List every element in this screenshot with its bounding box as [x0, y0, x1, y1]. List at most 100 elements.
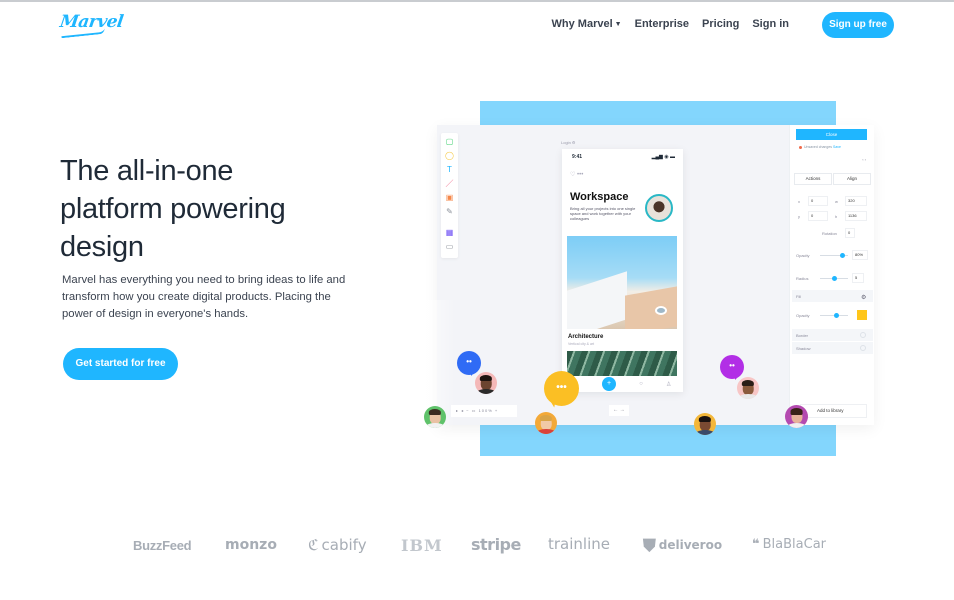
- avatar-collaborator-6: [785, 405, 808, 428]
- avatar-collaborator-1: [475, 372, 497, 394]
- workspace-avatar: [645, 194, 673, 222]
- nav-pricing[interactable]: Pricing: [702, 18, 739, 30]
- avatar-shoulders: [696, 430, 714, 435]
- profile-tab-icon: ♙: [666, 381, 672, 388]
- radius-slider: [820, 276, 848, 281]
- line-icon: ／: [445, 179, 454, 188]
- fill-label: Fill: [796, 294, 802, 299]
- actions-tab: Actions: [794, 173, 832, 185]
- align-tab: Align: [833, 173, 871, 185]
- frame-label: Login ⚙: [561, 140, 576, 145]
- opacity-slider: [820, 253, 848, 258]
- avatar-shoulders: [477, 389, 495, 394]
- chevron-down-icon: ▼: [614, 21, 622, 28]
- radius-field: 5: [852, 273, 864, 283]
- explore-tab-icon: ○: [639, 381, 643, 387]
- browser-top-border: [0, 0, 954, 2]
- pen-icon: ✎: [446, 207, 453, 216]
- rectangle-icon: ▢: [445, 137, 454, 146]
- logo-deliveroo-text: deliveroo: [658, 538, 723, 552]
- fill-opacity-label: Opacity: [796, 313, 810, 318]
- logo-blablacar: ❝ BlaBlaCar: [752, 537, 826, 552]
- avatar-hair: [428, 408, 442, 416]
- logo-cabify: ℭcabify: [308, 536, 367, 554]
- hero-subtitle-line: transform how you create digital product…: [62, 291, 331, 303]
- logo-blablacar-text: BlaBlaCar: [762, 537, 827, 552]
- avatar-hair: [741, 379, 755, 387]
- h-label: h: [835, 214, 838, 219]
- close-button: Close: [796, 129, 867, 140]
- workspace-description: Bring all your projects into one single …: [570, 206, 636, 221]
- undo-redo-controls: ← →: [609, 405, 629, 416]
- radius-label: Radius: [796, 276, 809, 281]
- fill-opacity-slider: [820, 313, 848, 318]
- border-toggle-icon: [860, 332, 866, 338]
- shadow-toggle-icon: [860, 345, 866, 351]
- shadow-label: Shadow: [796, 346, 811, 351]
- fill-opacity-knob: [834, 313, 840, 318]
- building-peach: [625, 286, 677, 329]
- unsaved-dot-icon: [799, 146, 802, 149]
- avatar-hair: [698, 415, 712, 423]
- gear-icon: ⚙: [861, 295, 867, 301]
- phone-mockup: 9:41 ▂▄▆ ◉ ▬ ♡ ••• Workspace Bring all y…: [562, 149, 683, 392]
- main-nav: Why Marvel ▼ Enterprise Pricing Sign in: [552, 18, 789, 30]
- nav-enterprise[interactable]: Enterprise: [635, 18, 689, 30]
- logo-cabify-text: cabify: [321, 536, 367, 554]
- avatar-collaborator-4: [737, 377, 759, 399]
- nav-sign-in[interactable]: Sign in: [752, 18, 789, 30]
- heart-more-icons: ♡ •••: [570, 172, 584, 178]
- deliveroo-kangaroo-icon: ⛊: [643, 536, 656, 556]
- card-title: Architecture: [568, 334, 604, 340]
- sign-up-button[interactable]: Sign up free: [822, 12, 894, 38]
- round-window: [655, 306, 667, 315]
- chat-bubble-blue: ••: [457, 351, 481, 376]
- opacity-field: 80%: [852, 250, 868, 260]
- signal-icon: ▂▄▆ ◉ ▬: [651, 154, 675, 160]
- avatar-collaborator-3: [535, 412, 557, 434]
- avatar-shoulders: [426, 423, 444, 428]
- customer-logos: BuzzFeed monzo ℭcabify IBM stripe trainl…: [0, 534, 954, 558]
- rotation-field: 0: [845, 228, 855, 238]
- avatar-collaborator-2: [424, 406, 446, 428]
- get-started-button[interactable]: Get started for free: [63, 348, 178, 380]
- avatar-hair: [790, 407, 803, 415]
- opacity-knob: [839, 253, 845, 258]
- logo-buzzfeed: BuzzFeed: [133, 538, 192, 553]
- opacity-label: Opacity: [796, 253, 810, 258]
- hero-title: The all-in-one platform powering design: [60, 152, 380, 266]
- cabify-pin-icon: ℭ: [308, 536, 319, 554]
- nav-why-marvel[interactable]: Why Marvel ▼: [552, 18, 622, 30]
- building-white: [567, 271, 627, 329]
- hero-title-line: design: [60, 231, 144, 263]
- card-subtitle: Vertical city & art: [568, 342, 595, 346]
- chat-bubble-yellow: •••: [544, 371, 579, 406]
- fill-color-swatch: [857, 310, 867, 320]
- blablacar-quote-icon: ❝: [752, 537, 760, 552]
- logo-ibm: IBM: [401, 536, 443, 555]
- radius-knob: [831, 276, 837, 281]
- logo-trainline: trainline: [548, 535, 610, 553]
- components-icon: ▦: [445, 228, 454, 237]
- avatar-shoulders: [739, 394, 757, 399]
- nav-arrows-icon: ‹ ›: [862, 157, 866, 162]
- leaves-photo: [567, 351, 677, 376]
- plus-icon: +: [602, 377, 617, 391]
- avatar-collaborator-5: [694, 413, 716, 435]
- y-field: 0: [808, 211, 828, 221]
- architecture-photo: [567, 236, 677, 329]
- add-to-library-button: Add to library: [800, 404, 867, 418]
- unsaved-text: Unsaved changes: [804, 145, 833, 149]
- workspace-title: Workspace: [570, 191, 629, 203]
- chat-bubble-purple: ••: [720, 355, 744, 380]
- w-field: 320: [845, 196, 867, 206]
- x-field: 0: [808, 196, 828, 206]
- h-field: 1136: [845, 211, 867, 221]
- nav-why-marvel-label: Why Marvel: [551, 18, 613, 30]
- inspector-panel: Close Unsaved changes Save ‹ › Actions A…: [789, 125, 874, 425]
- hero-title-line: The all-in-one: [60, 155, 234, 187]
- hero-subtitle: Marvel has everything you need to bring …: [62, 272, 362, 323]
- hero-subtitle-line: Marvel has everything you need to bring …: [62, 274, 346, 286]
- border-label: Border: [796, 333, 809, 338]
- logo-monzo: monzo: [225, 537, 277, 553]
